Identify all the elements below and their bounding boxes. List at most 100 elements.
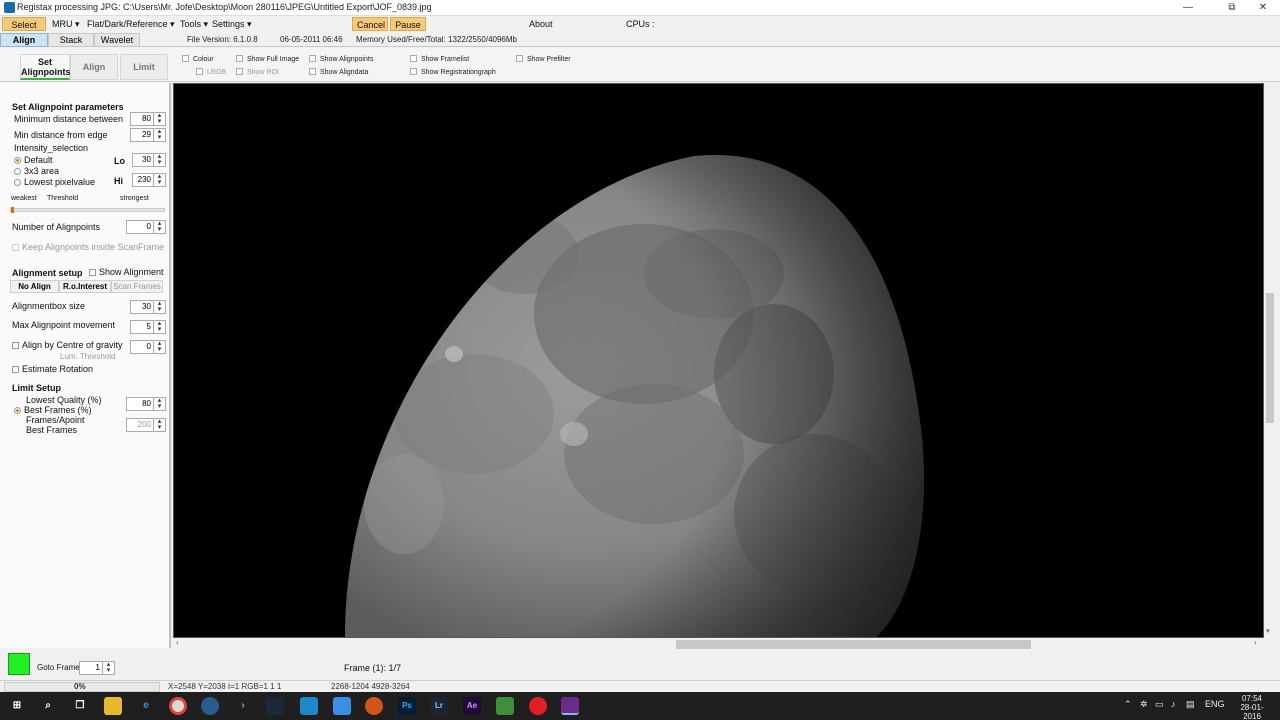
spinner-arrows-icon[interactable]: ▴ ▾ xyxy=(153,128,165,141)
scroll-down-arrow-icon[interactable]: ▾ xyxy=(1266,627,1270,635)
spinner-arrows-icon[interactable]: ▴ ▾ xyxy=(153,112,165,125)
goto-frame-spinner[interactable]: 1 ▴ ▾ xyxy=(79,661,115,675)
colour-checkbox[interactable]: Colour xyxy=(182,55,214,63)
language-indicator[interactable]: ENG xyxy=(1205,699,1225,709)
app-icon-1[interactable] xyxy=(201,697,219,715)
lightroom-icon[interactable]: Lr xyxy=(430,697,448,715)
horizontal-scroll-thumb[interactable] xyxy=(676,640,1031,649)
align-by-cog-spinner[interactable]: 0 ▴ ▾ xyxy=(130,340,166,354)
area-3x3-radio[interactable]: 3x3 area xyxy=(14,166,59,176)
show-alignpoints-checkbox[interactable]: Show Alignpoints xyxy=(309,55,373,63)
spinner-arrows-icon[interactable]: ▴ ▾ xyxy=(153,153,165,166)
tab-wavelet[interactable]: Wavelet xyxy=(94,33,140,47)
best-frames-pct-radio[interactable]: Best Frames (%) xyxy=(14,405,92,415)
image-viewport[interactable] xyxy=(173,83,1264,638)
scroll-left-arrow-icon[interactable]: ‹ xyxy=(176,638,179,647)
spinner-value: 1 xyxy=(95,663,100,672)
steam-icon[interactable] xyxy=(266,697,284,715)
align-by-cog-checkbox[interactable]: Align by Centre of gravity xyxy=(12,340,123,350)
tab-align[interactable]: Align xyxy=(0,33,48,47)
network-icon[interactable]: ▭ xyxy=(1155,699,1164,710)
clock[interactable]: 07:54 28-01-2016 xyxy=(1232,694,1272,720)
tools-menu[interactable]: Tools ▾ xyxy=(176,17,212,31)
spinner-arrows-icon[interactable]: ▴ ▾ xyxy=(153,173,165,186)
settings-menu[interactable]: Settings ▾ xyxy=(208,17,256,31)
volume-icon[interactable]: ♪ xyxy=(1171,699,1176,709)
mru-menu[interactable]: MRU ▾ xyxy=(48,17,84,31)
radio-icon xyxy=(14,179,21,186)
app-icon-6[interactable] xyxy=(496,697,514,715)
lowest-pixelvalue-radio[interactable]: Lowest pixelvalue xyxy=(14,177,95,187)
spinner-arrows-icon[interactable]: ▴ ▾ xyxy=(153,340,165,353)
tray-app-icon[interactable]: ✲ xyxy=(1140,699,1148,710)
registax-taskbar-icon[interactable] xyxy=(561,697,579,715)
lo-spinner[interactable]: 30 ▴ ▾ xyxy=(132,153,166,167)
app-icon-5[interactable] xyxy=(365,697,383,715)
show-alignment-checkbox[interactable]: Show Alignment xyxy=(89,267,164,277)
best-frames-pct-spinner[interactable]: 80 ▴ ▾ xyxy=(126,397,166,411)
clock-date: 28-01-2016 xyxy=(1240,703,1264,720)
spinner-arrows-icon[interactable]: ▴ ▾ xyxy=(153,220,165,233)
spinner-arrows-icon[interactable]: ▴ ▾ xyxy=(153,418,165,431)
cancel-button[interactable]: Cancel xyxy=(352,17,388,31)
keep-alignpoints-checkbox[interactable]: Keep Alignpoints inside ScanFrame xyxy=(12,242,164,252)
message-icon[interactable]: ▤ xyxy=(1186,699,1195,710)
set-alignpoints-button[interactable]: Set Alignpoints xyxy=(20,54,71,80)
min-distance-between-spinner[interactable]: 80 ▴ ▾ xyxy=(130,112,166,126)
scroll-right-arrow-icon[interactable]: › xyxy=(1254,638,1257,647)
vertical-scroll-thumb[interactable] xyxy=(1266,293,1274,423)
show-full-image-checkbox[interactable]: Show Full Image xyxy=(236,55,299,63)
no-align-button[interactable]: No Align xyxy=(10,280,59,293)
windows-start-icon[interactable]: ⊞ xyxy=(8,697,26,715)
show-aligndata-checkbox[interactable]: Show Aligndata xyxy=(309,68,368,76)
chrome-icon[interactable] xyxy=(169,697,187,715)
best-frames-spinner[interactable]: 200 ▴ ▾ xyxy=(126,418,166,432)
app-icon-3[interactable] xyxy=(300,697,318,715)
close-button[interactable]: ✕ xyxy=(1249,0,1277,16)
slider-thumb[interactable] xyxy=(11,207,14,213)
align-button[interactable]: Align xyxy=(70,54,118,80)
record-icon[interactable] xyxy=(529,697,547,715)
flat-dark-reference-menu[interactable]: Flat/Dark/Reference ▾ xyxy=(83,17,179,31)
show-registrationgraph-checkbox[interactable]: Show Registrationgraph xyxy=(410,68,496,76)
spinner-arrows-icon[interactable]: ▴ ▾ xyxy=(153,300,165,313)
max-alignpoint-movement-spinner[interactable]: 5 ▴ ▾ xyxy=(130,320,166,334)
number-of-alignpoints-spinner[interactable]: 0 ▴ ▾ xyxy=(126,220,166,234)
app-icon-4[interactable] xyxy=(333,697,351,715)
tray-up-arrow-icon[interactable]: ⌃ xyxy=(1124,699,1132,710)
task-view-icon[interactable]: ❐ xyxy=(71,697,89,715)
after-effects-icon[interactable]: Ae xyxy=(463,697,481,715)
scan-frames-button[interactable]: Scan Frames xyxy=(111,280,163,293)
app-icon-2[interactable]: › xyxy=(234,697,252,715)
checkbox-box xyxy=(516,55,523,62)
spinner-arrows-icon[interactable]: ▴ ▾ xyxy=(153,397,165,410)
estimate-rotation-checkbox[interactable]: Estimate Rotation xyxy=(12,364,93,374)
default-radio[interactable]: Default xyxy=(14,155,53,165)
tab-stack[interactable]: Stack xyxy=(48,33,94,47)
vertical-scrollbar[interactable]: ▾ xyxy=(1264,83,1276,638)
minimize-button[interactable]: — xyxy=(1174,0,1202,16)
spinner-arrows-icon[interactable]: ▴ ▾ xyxy=(102,661,114,674)
select-menu-button[interactable]: Select xyxy=(2,17,46,31)
pause-button[interactable]: Pause xyxy=(390,17,426,31)
edge-browser-icon[interactable]: e xyxy=(137,697,155,715)
restore-button[interactable]: ⧉ xyxy=(1218,0,1246,16)
show-prefilter-checkbox[interactable]: Show Prefilter xyxy=(516,55,571,63)
ro-interest-button[interactable]: R.o.Interest xyxy=(59,280,111,293)
show-roi-checkbox[interactable]: Show ROI xyxy=(236,68,279,76)
horizontal-scrollbar[interactable]: ‹ › xyxy=(173,638,1264,650)
threshold-slider[interactable] xyxy=(10,207,165,213)
lrgb-checkbox[interactable]: LRGB xyxy=(196,68,226,76)
about-menu[interactable]: About xyxy=(525,17,557,31)
hi-spinner[interactable]: 230 ▴ ▾ xyxy=(132,173,166,187)
set-alignpoints-label-2: Alignpoints xyxy=(21,67,71,77)
search-icon[interactable]: ⌕ xyxy=(39,697,57,715)
spinner-arrows-icon[interactable]: ▴ ▾ xyxy=(153,320,165,333)
frame-controls: Goto Frame 1 ▴ ▾ Frame (1): 1/7 xyxy=(0,650,1280,680)
alignmentbox-size-spinner[interactable]: 30 ▴ ▾ xyxy=(130,300,166,314)
photoshop-icon[interactable]: Ps xyxy=(398,697,416,715)
limit-button[interactable]: Limit xyxy=(120,54,168,80)
show-framelist-checkbox[interactable]: Show Framelist xyxy=(410,55,469,63)
min-distance-edge-spinner[interactable]: 29 ▴ ▾ xyxy=(130,128,166,142)
file-explorer-icon[interactable] xyxy=(104,697,122,715)
